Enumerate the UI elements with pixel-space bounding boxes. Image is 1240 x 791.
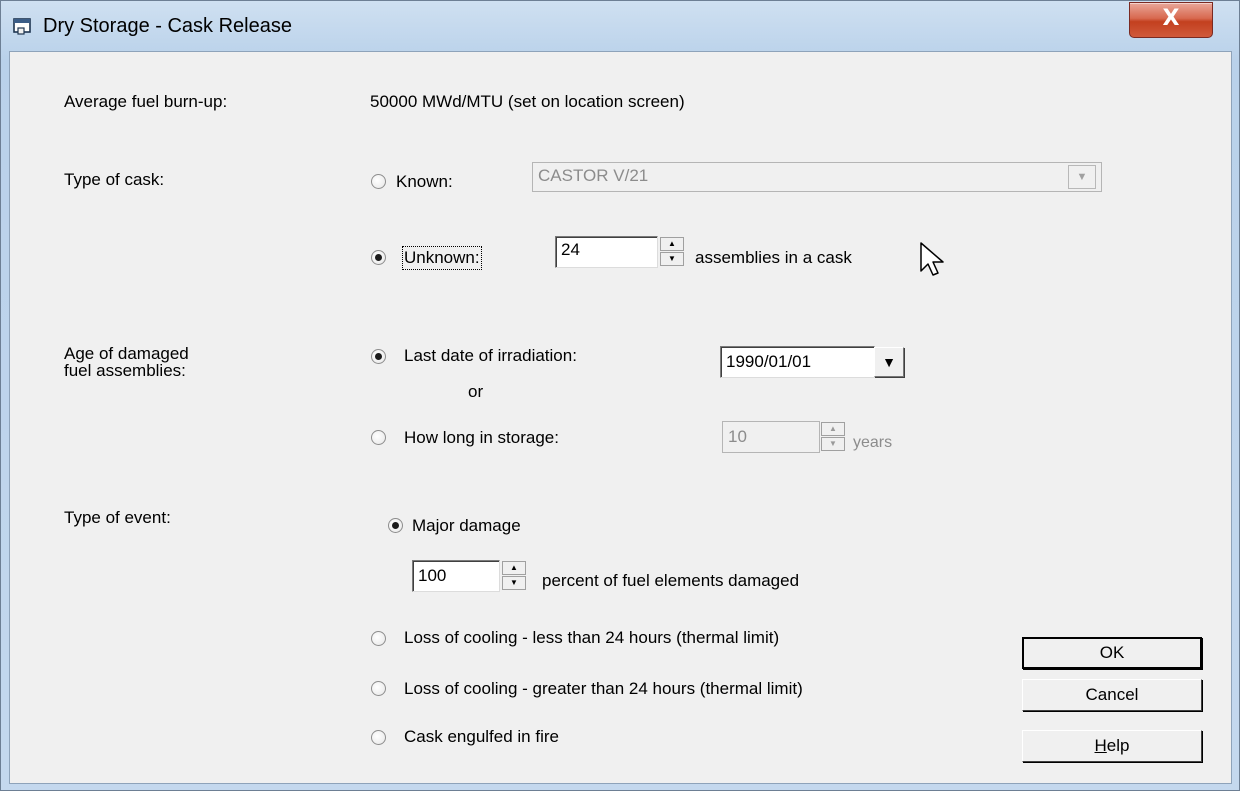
window-title: Dry Storage - Cask Release	[43, 15, 292, 37]
spin-down-icon[interactable]: ▼	[821, 437, 845, 451]
storage-radio[interactable]	[371, 430, 386, 445]
spin-up-icon[interactable]: ▲	[502, 561, 526, 575]
loss-cooling-lt-label[interactable]: Loss of cooling - less than 24 hours (th…	[404, 628, 779, 648]
cask-fire-label[interactable]: Cask engulfed in fire	[404, 727, 559, 747]
major-damage-radio[interactable]	[388, 518, 403, 533]
age-label-line2: fuel assemblies:	[64, 361, 186, 380]
close-icon: X	[1162, 6, 1180, 31]
unknown-radio[interactable]	[371, 250, 386, 265]
percent-damaged-suffix: percent of fuel elements damaged	[542, 571, 800, 590]
storage-years-spinner[interactable]: ▲ ▼	[821, 422, 845, 452]
major-damage-label[interactable]: Major damage	[412, 516, 521, 536]
or-label: or	[468, 382, 484, 401]
percent-damaged-spinner[interactable]: ▲ ▼	[502, 561, 526, 591]
cancel-button[interactable]: Cancel	[1022, 679, 1202, 711]
storage-years-suffix: years	[853, 434, 893, 451]
loss-cooling-gt-radio[interactable]	[371, 681, 386, 696]
assemblies-spinner[interactable]: ▲ ▼	[660, 237, 684, 267]
spin-up-icon[interactable]: ▲	[660, 237, 684, 251]
last-date-label[interactable]: Last date of irradiation:	[404, 346, 577, 366]
help-button[interactable]: Help	[1022, 730, 1202, 762]
cask-fire-radio[interactable]	[371, 730, 386, 745]
storage-years-input[interactable]: 10	[722, 421, 820, 453]
last-date-value: 1990/01/01	[726, 352, 812, 371]
burnup-label: Average fuel burn-up:	[64, 92, 228, 111]
loss-cooling-lt-radio[interactable]	[371, 631, 386, 646]
mouse-cursor-icon	[920, 242, 944, 276]
age-label-line1: Age of damaged	[64, 344, 189, 363]
spin-down-icon[interactable]: ▼	[660, 252, 684, 266]
storage-label[interactable]: How long in storage:	[404, 428, 559, 448]
assemblies-value: 24	[561, 240, 580, 259]
chevron-down-icon[interactable]: ▼	[1068, 165, 1096, 189]
spin-up-icon[interactable]: ▲	[821, 422, 845, 436]
dialog-window: Dry Storage - Cask Release X Average fue…	[0, 0, 1240, 791]
ok-button[interactable]: OK	[1022, 637, 1202, 669]
last-date-input[interactable]: 1990/01/01	[720, 346, 875, 378]
storage-years-value: 10	[728, 427, 747, 446]
known-label[interactable]: Known:	[396, 172, 453, 192]
known-cask-value: CASTOR V/21	[538, 166, 649, 185]
date-dropdown-icon[interactable]: ▼	[874, 347, 904, 377]
burnup-value: 50000 MWd/MTU (set on location screen)	[370, 92, 685, 111]
help-mnemonic: H	[1094, 736, 1107, 755]
known-cask-combo[interactable]: CASTOR V/21	[532, 162, 1102, 192]
dialog-body: Average fuel burn-up: 50000 MWd/MTU (set…	[9, 51, 1232, 784]
window-icon	[13, 18, 31, 35]
unknown-label[interactable]: Unknown:	[402, 246, 482, 270]
cask-type-label: Type of cask:	[64, 170, 165, 189]
percent-damaged-input[interactable]: 100	[412, 560, 500, 592]
title-bar[interactable]: Dry Storage - Cask Release X	[1, 1, 1239, 51]
close-button[interactable]: X	[1129, 2, 1213, 38]
known-radio[interactable]	[371, 174, 386, 189]
spin-down-icon[interactable]: ▼	[502, 576, 526, 590]
event-type-label: Type of event:	[64, 508, 171, 527]
loss-cooling-gt-label[interactable]: Loss of cooling - greater than 24 hours …	[404, 679, 803, 699]
assemblies-suffix: assemblies in a cask	[695, 248, 852, 267]
help-label: elp	[1106, 736, 1130, 755]
assemblies-input[interactable]: 24	[555, 236, 658, 268]
last-date-radio[interactable]	[371, 349, 386, 364]
percent-damaged-value: 100	[418, 566, 447, 585]
